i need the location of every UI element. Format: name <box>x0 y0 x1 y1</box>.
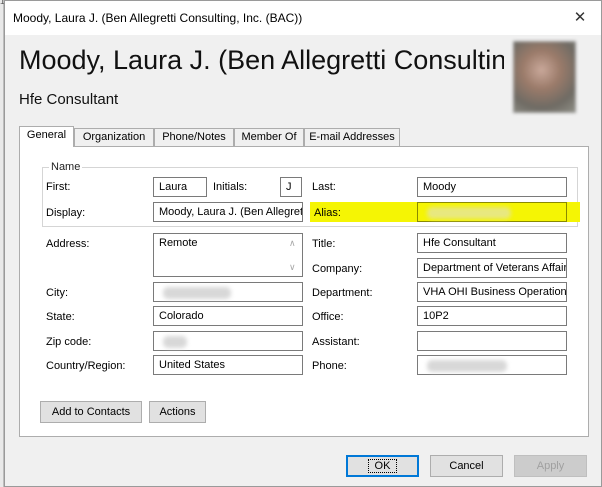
tab-organization[interactable]: Organization <box>74 128 154 146</box>
first-label: First: <box>46 181 71 193</box>
state-label: State: <box>46 311 75 323</box>
zip-code-label: Zip code: <box>46 336 92 348</box>
company-label: Company: <box>312 263 363 275</box>
window-title: Moody, Laura J. (Ben Allegretti Consulti… <box>13 11 303 25</box>
apply-button[interactable]: Apply <box>514 455 587 477</box>
actions-button[interactable]: Actions <box>149 401 206 423</box>
chevron-down-icon[interactable]: ∨ <box>289 262 296 273</box>
contact-job-title: Hfe Consultant <box>19 91 119 108</box>
initials-field[interactable]: J <box>280 177 302 197</box>
last-name-field[interactable]: Moody <box>417 177 567 197</box>
cancel-button[interactable]: Cancel <box>430 455 503 477</box>
address-value: Remote <box>159 237 198 249</box>
title-label: Title: <box>312 238 336 250</box>
name-group-legend: Name <box>49 161 83 173</box>
display-label: Display: <box>46 207 86 219</box>
title-bar: Moody, Laura J. (Ben Allegretti Consulti… <box>5 1 601 35</box>
department-field[interactable]: VHA OHI Business Operations <box>417 282 567 302</box>
add-to-contacts-button[interactable]: Add to Contacts <box>40 401 142 423</box>
address-field[interactable]: Remote ∧ ∨ <box>153 233 303 277</box>
address-scrollbar[interactable]: ∧ ∨ <box>286 234 302 276</box>
contact-display-name: Moody, Laura J. (Ben Allegretti Consulti… <box>19 45 504 75</box>
address-label: Address: <box>46 238 90 250</box>
tab-phone-notes[interactable]: Phone/Notes <box>154 128 234 146</box>
company-field[interactable]: Department of Veterans Affairs <box>417 258 567 278</box>
phone-label: Phone: <box>312 360 347 372</box>
tab-member-of[interactable]: Member Of <box>234 128 304 146</box>
ok-button-label: OK <box>367 459 398 473</box>
assistant-field[interactable] <box>417 331 567 351</box>
office-label: Office: <box>312 311 344 323</box>
zip-redacted <box>163 336 187 348</box>
close-icon[interactable]: ✕ <box>565 5 595 31</box>
state-field[interactable]: Colorado <box>153 306 303 326</box>
first-name-field[interactable]: Laura <box>153 177 207 197</box>
alias-redacted <box>427 207 511 219</box>
chevron-up-icon[interactable]: ∧ <box>289 238 296 249</box>
last-label: Last: <box>312 181 336 193</box>
tab-email-addresses[interactable]: E-mail Addresses <box>304 128 400 146</box>
country-region-label: Country/Region: <box>46 360 126 372</box>
phone-redacted <box>427 360 507 372</box>
contact-properties-dialog: Moody, Laura J. (Ben Allegretti Consulti… <box>4 0 602 487</box>
assistant-label: Assistant: <box>312 336 360 348</box>
alias-label: Alias: <box>314 207 341 219</box>
city-label: City: <box>46 287 68 299</box>
ok-button[interactable]: OK <box>346 455 419 477</box>
tab-general[interactable]: General <box>19 126 74 147</box>
office-field[interactable]: 10P2 <box>417 306 567 326</box>
department-label: Department: <box>312 287 373 299</box>
country-region-field[interactable]: United States <box>153 355 303 375</box>
display-name-field[interactable]: Moody, Laura J. (Ben Allegretti Consulti… <box>153 202 303 222</box>
contact-photo <box>513 41 576 113</box>
city-redacted <box>163 287 231 299</box>
general-tab-panel: Name First: Laura Initials: J Last: Mood… <box>19 146 589 437</box>
title-field[interactable]: Hfe Consultant <box>417 233 567 253</box>
initials-label: Initials: <box>213 181 248 193</box>
